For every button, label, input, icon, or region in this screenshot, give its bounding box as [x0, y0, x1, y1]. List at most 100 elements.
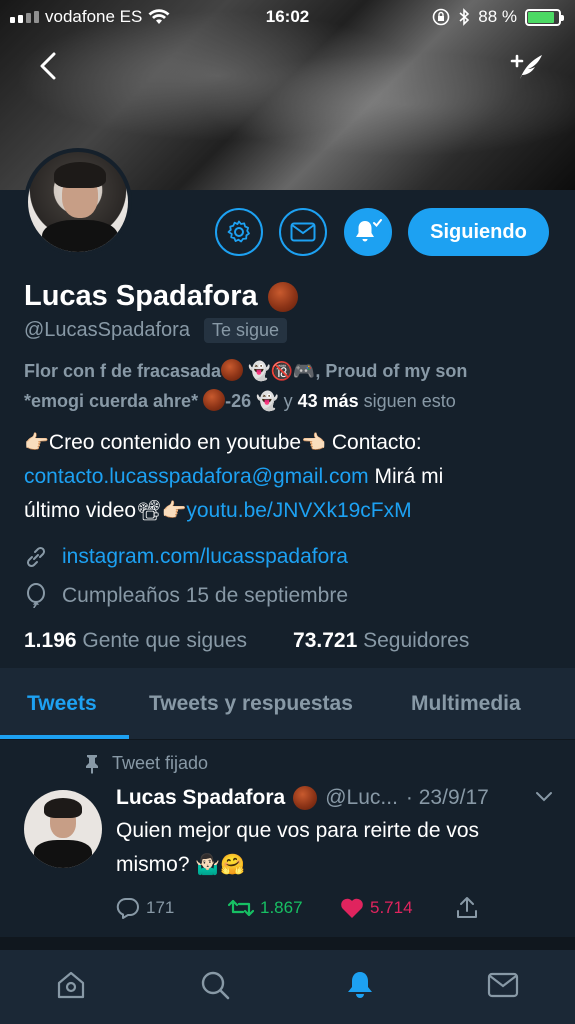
pinned-label: Tweet fijado	[112, 753, 209, 773]
share-button[interactable]	[456, 896, 478, 920]
active-tab-indicator	[0, 735, 129, 739]
nav-messages-button[interactable]	[486, 968, 520, 1002]
chevron-down-icon	[536, 792, 552, 802]
ghost-emoji-icon: 👻	[248, 361, 271, 381]
status-right-group: 88 %	[432, 7, 564, 27]
followers-count: 73.721	[293, 629, 358, 652]
tweet-header: Lucas Spadafora @Luc... · 23/9/17	[116, 786, 489, 810]
nav-home-button[interactable]	[54, 968, 88, 1002]
camera-emoji-icon: 📽	[136, 500, 162, 522]
bio-part1: Creo contenido en youtube	[48, 431, 302, 454]
rotation-lock-icon	[432, 8, 450, 26]
profile-name: Lucas Spadafora	[24, 280, 258, 312]
profile-handle-row: @LucasSpadafora Te sigue	[24, 318, 288, 343]
like-count: 5.714	[370, 898, 413, 917]
battery-percent: 88 %	[478, 7, 517, 26]
gamepad-emoji-icon: 🎮	[292, 361, 316, 381]
common-follower-2: , Proud of my son	[315, 361, 468, 381]
retweet-button[interactable]: 1.867	[228, 898, 340, 918]
tweet-text-line1: Quien mejor que vos para reirte de vos	[116, 819, 480, 842]
profile-handle: @LucasSpadafora	[24, 319, 190, 341]
follows-you-badge: Te sigue	[203, 318, 288, 343]
tab-tweets-replies[interactable]: Tweets y respuestas	[149, 668, 353, 740]
chestnut-emoji-icon	[293, 786, 318, 810]
bell-icon	[348, 972, 372, 998]
gear-icon	[227, 220, 250, 243]
tweet-menu-button[interactable]	[535, 790, 553, 808]
heart-icon	[341, 898, 363, 918]
tweet-author-handle: @Luc...	[325, 786, 398, 809]
common-conj: y	[283, 391, 293, 411]
common-more: 43 más	[297, 391, 359, 411]
link-icon	[26, 546, 46, 568]
compose-tweet-icon	[510, 54, 542, 79]
bell-check-icon	[356, 219, 382, 242]
tweet-text: Quien mejor que vos para reirte de vos m…	[116, 814, 556, 882]
pinned-tweet-label-row: Tweet fijado	[84, 753, 208, 774]
followers-you-know[interactable]: Flor con f de fracasada 👻🔞🎮, Proud of my…	[24, 356, 554, 416]
notifications-on-button[interactable]	[344, 208, 392, 256]
following-button[interactable]: Siguiendo	[408, 208, 549, 256]
tweet-date: · 23/9/17	[405, 786, 489, 809]
bottom-navigation	[0, 949, 575, 1024]
profile-tabs: Tweets Tweets y respuestas Multimedia	[0, 668, 575, 740]
reply-count: 171	[146, 898, 175, 917]
profile-avatar[interactable]	[24, 148, 132, 256]
bluetooth-icon	[459, 8, 470, 26]
chestnut-emoji-icon	[267, 281, 298, 312]
profile-birthday-row: Cumpleaños 15 de septiembre	[24, 583, 348, 609]
retweet-icon	[228, 899, 254, 917]
chevron-left-icon	[40, 52, 56, 80]
bio-part2: Contacto:	[331, 431, 422, 454]
shrug-emoji-icon: 🤷🏻‍♂️	[195, 854, 221, 876]
profile-bio: 👉🏻Creo contenido en youtube👈🏻 Contacto: …	[24, 426, 554, 528]
pin-icon	[86, 754, 98, 774]
common-suffix: siguen esto	[363, 391, 456, 411]
tweet-author-avatar[interactable]	[24, 790, 102, 868]
chestnut-emoji-icon	[203, 389, 226, 411]
bio-part4: último video	[24, 499, 137, 522]
direct-message-button[interactable]	[279, 208, 327, 256]
pointing-right-emoji-icon: 👉🏻	[24, 432, 49, 454]
followers-label: Seguidores	[363, 629, 470, 652]
tweet-divider	[0, 937, 575, 949]
compose-button[interactable]	[507, 46, 547, 86]
no-entry-emoji-icon: 🔞	[270, 361, 293, 381]
chestnut-emoji-icon	[221, 359, 244, 381]
balloon-icon	[27, 583, 45, 609]
profile-website-row[interactable]: instagram.com/lucasspadafora	[24, 545, 348, 569]
envelope-icon	[487, 972, 519, 998]
battery-icon	[525, 8, 564, 26]
like-button[interactable]: 5.714	[340, 897, 456, 919]
followers-stat[interactable]: 73.721 Seguidores	[293, 629, 469, 653]
share-icon	[457, 897, 477, 918]
pointing-right-emoji-icon: 👉🏻	[161, 500, 187, 522]
following-label: Gente que sigues	[82, 629, 248, 652]
profile-website[interactable]: instagram.com/lucasspadafora	[62, 545, 348, 569]
back-button[interactable]	[28, 46, 68, 86]
nav-notifications-button[interactable]	[343, 968, 377, 1002]
profile-settings-button[interactable]	[215, 208, 263, 256]
common-follower-3b: -26	[225, 391, 252, 411]
profile-stats: 1.196 Gente que sigues 73.721 Seguidores	[24, 629, 469, 653]
profile-name-row: Lucas Spadafora	[24, 280, 298, 313]
common-follower-1: Flor con f de fracasada	[24, 361, 222, 381]
tab-tweets[interactable]: Tweets	[27, 668, 97, 740]
common-follower-3: *emogi cuerda ahre*	[24, 391, 199, 411]
reply-icon	[116, 897, 139, 919]
home-icon	[57, 971, 85, 999]
tweet-actions: 171 1.867 5.714	[116, 896, 496, 920]
tweet-text-line2: mismo?	[116, 853, 190, 876]
tweet-author-name[interactable]: Lucas Spadafora	[116, 786, 285, 810]
pointing-left-emoji-icon: 👈🏻	[301, 432, 326, 454]
envelope-icon	[290, 222, 316, 242]
retweet-count: 1.867	[260, 898, 303, 917]
status-bar: vodafone ES 16:02 88 %	[0, 0, 575, 34]
nav-search-button[interactable]	[198, 968, 232, 1002]
reply-button[interactable]: 171	[116, 897, 228, 919]
tab-media[interactable]: Multimedia	[411, 668, 521, 740]
bio-email-link[interactable]: contacto.lucasspadafora@gmail.com	[24, 465, 369, 488]
following-stat[interactable]: 1.196 Gente que sigues	[24, 629, 247, 653]
bio-part3: Mirá mi	[374, 465, 444, 488]
bio-youtube-link[interactable]: youtu.be/JNVXk19cFxM	[186, 499, 411, 522]
